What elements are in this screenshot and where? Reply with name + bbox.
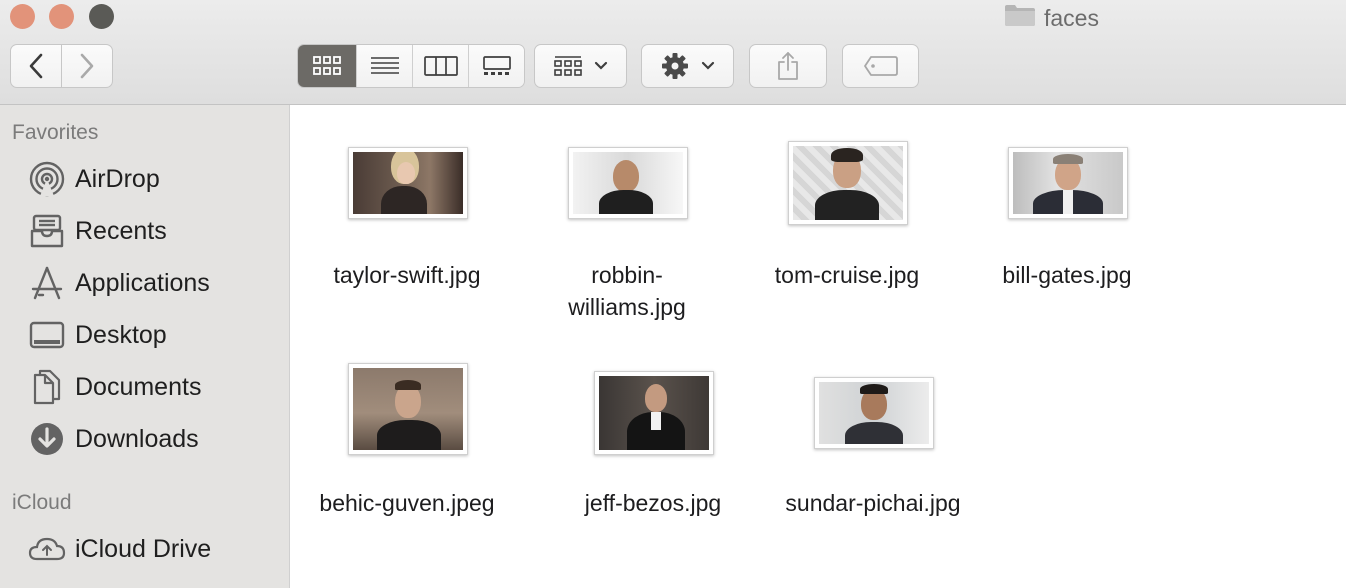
file-name: bill-gates.jpg [1002, 262, 1132, 288]
columns-icon [423, 56, 458, 76]
action-menu-button[interactable] [641, 44, 734, 88]
sidebar: Favorites AirDrop Recents Applications D… [0, 105, 290, 588]
group-by-button[interactable] [534, 44, 627, 88]
chevron-right-icon [80, 53, 94, 79]
file-name: williams.jpg [568, 294, 686, 320]
file-name: behic-guven.jpeg [319, 490, 495, 516]
airdrop-icon [28, 160, 66, 198]
file-item[interactable]: taylor-swift.jpg [302, 143, 512, 303]
share-icon [778, 52, 798, 80]
file-item[interactable]: sundar-pichai.jpg [768, 373, 978, 533]
sidebar-item-label: Desktop [75, 320, 167, 349]
folder-icon [1004, 3, 1036, 33]
sidebar-item-label: iCloud Drive [75, 534, 212, 563]
sidebar-item-applications[interactable]: Applications [28, 263, 210, 303]
file-name: jeff-bezos.jpg [584, 490, 722, 516]
window-toolbar: faces [0, 0, 1346, 105]
sidebar-item-label: AirDrop [75, 164, 160, 193]
recents-icon [28, 212, 66, 250]
image-thumbnail [348, 147, 468, 219]
tag-icon [863, 56, 898, 76]
sidebar-item-label: Downloads [75, 424, 199, 453]
image-thumbnail [1008, 147, 1128, 219]
file-item[interactable]: behic-guven.jpeg [302, 359, 512, 529]
list-icon [370, 57, 399, 74]
share-button[interactable] [749, 44, 827, 88]
window-title: faces [1004, 3, 1099, 33]
zoom-window-button[interactable] [89, 4, 114, 29]
sidebar-item-downloads[interactable]: Downloads [28, 419, 199, 459]
sidebar-section-favorites: Favorites [12, 121, 99, 144]
file-name: taylor-swift.jpg [333, 262, 481, 288]
sidebar-item-label: Applications [75, 268, 210, 297]
desktop-icon [28, 316, 66, 354]
view-mode-control [297, 44, 525, 88]
documents-icon [28, 368, 66, 406]
sidebar-item-airdrop[interactable]: AirDrop [28, 159, 160, 199]
file-item[interactable]: robbin- williams.jpg [522, 143, 732, 333]
column-view-button[interactable] [412, 45, 468, 87]
image-thumbnail [814, 377, 934, 449]
icon-view-button[interactable] [298, 45, 356, 87]
applications-icon [28, 264, 66, 302]
tag-button[interactable] [842, 44, 919, 88]
gallery-icon [482, 56, 511, 75]
sidebar-item-icloud-drive[interactable]: iCloud Drive [28, 529, 211, 569]
chevron-down-icon [701, 61, 714, 70]
icon-grid-icon [313, 56, 341, 75]
sidebar-section-icloud: iCloud [12, 491, 72, 514]
back-button[interactable] [10, 44, 62, 88]
sidebar-item-recents[interactable]: Recents [28, 211, 167, 251]
file-name: tom-cruise.jpg [774, 262, 920, 288]
sidebar-item-label: Recents [75, 216, 167, 245]
icloud-icon [28, 530, 66, 568]
image-thumbnail [568, 147, 688, 219]
file-item[interactable]: jeff-bezos.jpg [548, 367, 758, 537]
downloads-icon [28, 420, 66, 458]
file-browser-area: taylor-swift.jpg robbin- williams.jpg to… [290, 105, 1346, 588]
sidebar-item-label: Documents [75, 372, 202, 401]
file-item[interactable]: tom-cruise.jpg [742, 137, 952, 303]
chevron-left-icon [29, 53, 43, 79]
gear-icon [661, 53, 688, 79]
image-thumbnail [788, 141, 908, 225]
image-thumbnail [348, 363, 468, 455]
window-title-text: faces [1044, 4, 1099, 31]
file-name: sundar-pichai.jpg [785, 490, 961, 516]
chevron-down-icon [594, 61, 607, 70]
group-by-icon [553, 56, 582, 76]
file-name: robbin- [591, 262, 663, 288]
gallery-view-button[interactable] [468, 45, 524, 87]
sidebar-item-documents[interactable]: Documents [28, 367, 201, 407]
sidebar-item-desktop[interactable]: Desktop [28, 315, 167, 355]
close-window-button[interactable] [10, 4, 35, 29]
file-item[interactable]: bill-gates.jpg [962, 143, 1172, 303]
list-view-button[interactable] [356, 45, 412, 87]
image-thumbnail [594, 371, 714, 455]
forward-button[interactable] [61, 44, 113, 88]
minimize-window-button[interactable] [49, 4, 74, 29]
